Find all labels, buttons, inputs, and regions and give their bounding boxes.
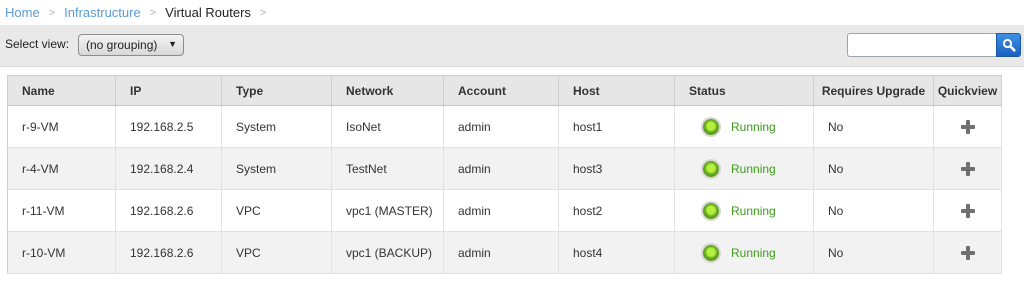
table-row[interactable]: r-11-VM 192.168.2.6 VPC vpc1 (MASTER) ad… xyxy=(7,189,1002,232)
table-row[interactable]: r-10-VM 192.168.2.6 VPC vpc1 (BACKUP) ad… xyxy=(7,231,1002,274)
status-text: Running xyxy=(731,161,776,176)
toolbar: Select view: (no grouping) ▼ xyxy=(0,25,1024,67)
cell-ip: 192.168.2.6 xyxy=(115,231,222,274)
column-header-network[interactable]: Network xyxy=(331,75,444,106)
cell-status: Running xyxy=(674,231,814,274)
cell-quickview xyxy=(933,105,1002,148)
breadcrumb-separator: > xyxy=(259,6,267,19)
cell-status: Running xyxy=(674,147,814,190)
cell-ip: 192.168.2.6 xyxy=(115,189,222,232)
cell-name: r-4-VM xyxy=(7,147,116,190)
column-header-host[interactable]: Host xyxy=(558,75,675,106)
breadcrumb: Home > Infrastructure > Virtual Routers … xyxy=(0,0,1024,25)
cell-quickview xyxy=(933,147,1002,190)
view-select-value: (no grouping) xyxy=(86,38,158,52)
column-header-requires-upgrade[interactable]: Requires Upgrade xyxy=(813,75,934,106)
cell-type: System xyxy=(221,105,332,148)
cell-account: admin xyxy=(443,105,559,148)
search-button[interactable] xyxy=(996,33,1021,57)
cell-name: r-9-VM xyxy=(7,105,116,148)
cell-name: r-11-VM xyxy=(7,189,116,232)
plus-icon[interactable] xyxy=(960,204,975,218)
cell-requires-upgrade: No xyxy=(813,105,934,148)
column-header-account[interactable]: Account xyxy=(443,75,559,106)
status-running-icon xyxy=(703,202,719,219)
cell-ip: 192.168.2.5 xyxy=(115,105,222,148)
cell-host: host1 xyxy=(558,105,675,148)
breadcrumb-current: Virtual Routers xyxy=(165,5,251,20)
status-text: Running xyxy=(731,119,776,134)
status-running-icon xyxy=(703,244,719,261)
table-row[interactable]: r-9-VM 192.168.2.5 System IsoNet admin h… xyxy=(7,105,1002,148)
plus-icon[interactable] xyxy=(960,162,975,176)
breadcrumb-home[interactable]: Home xyxy=(5,5,40,20)
status-text: Running xyxy=(731,203,776,218)
cell-account: admin xyxy=(443,147,559,190)
cell-type: System xyxy=(221,147,332,190)
chevron-down-icon: ▼ xyxy=(168,39,177,49)
plus-icon[interactable] xyxy=(960,120,975,134)
column-header-status[interactable]: Status xyxy=(674,75,814,106)
cell-quickview xyxy=(933,189,1002,232)
search-input[interactable] xyxy=(847,33,996,57)
cell-requires-upgrade: No xyxy=(813,147,934,190)
column-header-name[interactable]: Name xyxy=(7,75,116,106)
plus-icon[interactable] xyxy=(960,246,975,260)
breadcrumb-separator: > xyxy=(48,6,56,19)
status-text: Running xyxy=(731,245,776,260)
cell-status: Running xyxy=(674,189,814,232)
column-header-ip[interactable]: IP xyxy=(115,75,222,106)
cell-host: host2 xyxy=(558,189,675,232)
cell-status: Running xyxy=(674,105,814,148)
cell-type: VPC xyxy=(221,189,332,232)
status-running-icon xyxy=(703,160,719,177)
view-select-dropdown[interactable]: (no grouping) ▼ xyxy=(78,34,184,56)
status-running-icon xyxy=(703,118,719,135)
cell-host: host3 xyxy=(558,147,675,190)
cell-ip: 192.168.2.4 xyxy=(115,147,222,190)
column-header-type[interactable]: Type xyxy=(221,75,332,106)
cell-account: admin xyxy=(443,189,559,232)
cell-requires-upgrade: No xyxy=(813,189,934,232)
column-header-quickview: Quickview xyxy=(933,75,1002,106)
breadcrumb-separator: > xyxy=(149,6,157,19)
cell-host: host4 xyxy=(558,231,675,274)
cell-quickview xyxy=(933,231,1002,274)
table-row[interactable]: r-4-VM 192.168.2.4 System TestNet admin … xyxy=(7,147,1002,190)
cell-network: IsoNet xyxy=(331,105,444,148)
table-header-row: Name IP Type Network Account Host Status… xyxy=(7,75,1002,106)
virtual-routers-table: Name IP Type Network Account Host Status… xyxy=(7,75,1002,274)
search-icon xyxy=(1002,38,1016,52)
cell-name: r-10-VM xyxy=(7,231,116,274)
cell-network: vpc1 (MASTER) xyxy=(331,189,444,232)
select-view-label: Select view: xyxy=(5,37,70,51)
cell-account: admin xyxy=(443,231,559,274)
cell-type: VPC xyxy=(221,231,332,274)
breadcrumb-infrastructure[interactable]: Infrastructure xyxy=(64,5,141,20)
cell-network: TestNet xyxy=(331,147,444,190)
cell-requires-upgrade: No xyxy=(813,231,934,274)
cell-network: vpc1 (BACKUP) xyxy=(331,231,444,274)
